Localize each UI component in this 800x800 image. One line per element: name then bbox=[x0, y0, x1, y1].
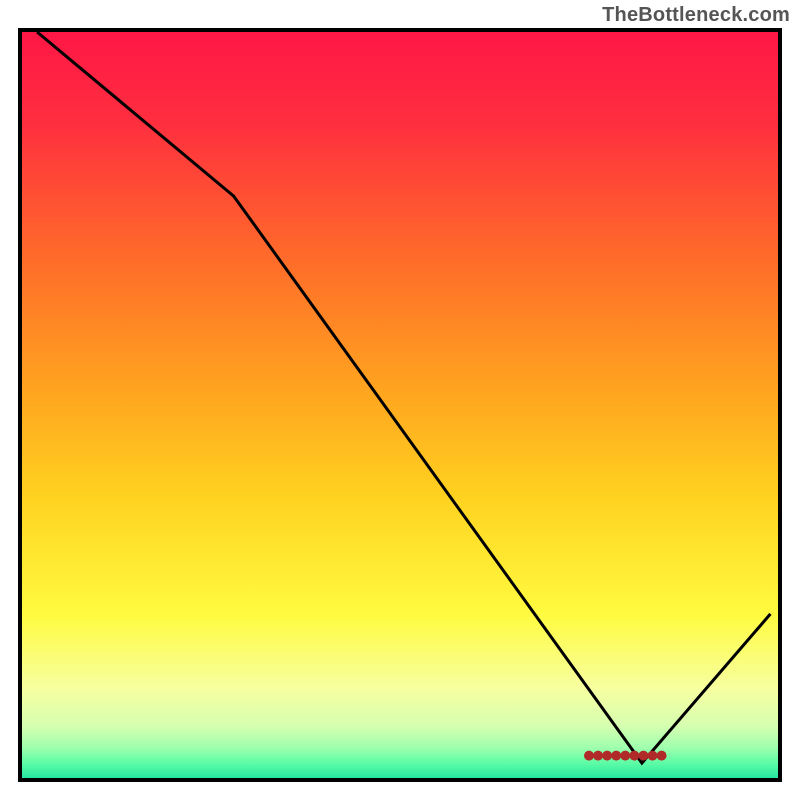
marker-cluster bbox=[584, 751, 667, 761]
marker-point bbox=[602, 751, 612, 761]
marker-point bbox=[629, 751, 639, 761]
marker-point bbox=[584, 751, 594, 761]
chart-background bbox=[22, 32, 778, 778]
chart-container: TheBottleneck.com bbox=[0, 0, 800, 800]
chart-svg bbox=[22, 32, 778, 778]
marker-point bbox=[593, 751, 603, 761]
marker-point bbox=[638, 751, 648, 761]
marker-point bbox=[648, 751, 658, 761]
marker-point bbox=[620, 751, 630, 761]
watermark-text: TheBottleneck.com bbox=[602, 4, 790, 27]
plot-frame bbox=[18, 28, 782, 782]
marker-point bbox=[611, 751, 621, 761]
marker-point bbox=[657, 751, 667, 761]
